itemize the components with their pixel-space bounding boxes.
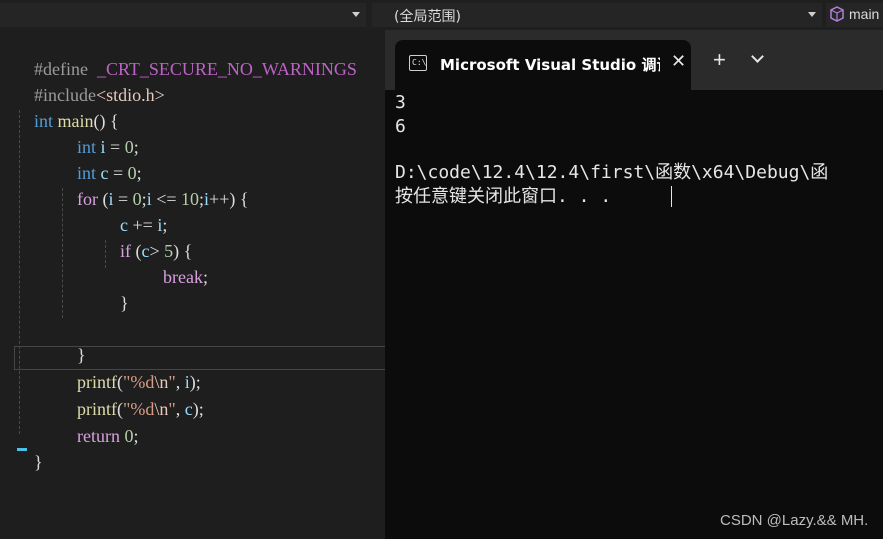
code-text: ( [131,241,142,261]
chevron-down-icon [352,12,360,17]
code-line-close-main[interactable]: } [16,423,43,472]
escape-sequence: \n [154,399,169,419]
navigation-bar: (全局范围) main [0,0,883,30]
console-caret [671,186,672,207]
variable: c [184,399,193,419]
console-output-line: 3 [395,92,406,113]
console-tab[interactable]: C:\ Microsoft Visual Studio 调试控制台 ✕ [395,40,691,90]
code-line-for[interactable]: for (i = 0;i <= 10;i++) { [59,160,248,209]
code-line-close-if[interactable]: } [102,264,129,313]
cube-icon [830,6,844,22]
watermark: CSDN @Lazy.&& MH. [720,512,869,529]
code-line-break[interactable]: break; [145,238,208,287]
code-text: ; [202,267,208,287]
chevron-down-icon [808,12,816,17]
code-line-main[interactable]: int main() { [16,82,119,131]
code-text: ++) { [209,189,249,209]
console-output-line: 6 [395,116,406,137]
code-line-int-i[interactable]: int i = 0; [59,108,139,157]
code-line-return[interactable]: return 0; [59,397,139,446]
code-text: ); [192,399,204,419]
keyword: return [77,426,120,446]
code-line-include[interactable]: #include<stdio.h> [16,56,165,105]
terminal-icon-text: C:\ [412,58,427,67]
chevron-down-icon[interactable] [751,50,764,63]
close-icon[interactable]: ✕ [671,51,686,72]
code-line-if[interactable]: if (c> 5) { [102,212,192,261]
string-literal: " [168,399,176,419]
console-tab-bar: C:\ Microsoft Visual Studio 调试控制台 ✕ + [385,30,883,90]
code-text: } [120,293,129,313]
code-line-printf-c[interactable]: printf("%d\n", c); [59,370,204,419]
code-line-int-c[interactable]: int c = 0; [59,134,142,183]
text-cursor [17,448,27,451]
code-line-define[interactable]: #define _CRT_SECURE_NO_WARNINGS [16,30,357,79]
code-editor[interactable]: #define _CRT_SECURE_NO_WARNINGS #include… [0,30,390,539]
debug-console-window[interactable]: C:\ Microsoft Visual Studio 调试控制台 ✕ + 3 … [385,30,883,539]
console-tab-title: Microsoft Visual Studio 调试控制台 [440,56,660,74]
code-line-printf-i[interactable]: printf("%d\n", i); [59,343,201,392]
code-text: } [34,452,43,472]
scope-label: (全局范围) [394,9,461,25]
code-line-add[interactable]: c += i; [102,186,167,235]
console-output-line: 按任意键关闭此窗口. . . [395,186,612,207]
keyword: break [163,267,203,287]
number: 10 [181,189,200,209]
keyword: for [77,189,98,209]
new-tab-button[interactable]: + [713,49,726,71]
keyword: if [120,241,131,261]
project-dropdown[interactable] [0,3,366,27]
console-output-line: D:\code\12.4\12.4\first\函数\x64\Debug\函 [395,162,829,183]
terminal-icon: C:\ [409,55,427,71]
code-text: , [175,399,185,419]
keyword: int [34,111,54,131]
member-label: main [849,6,880,22]
code-line-close-for[interactable]: } [59,316,86,365]
code-text: ; [133,426,139,446]
